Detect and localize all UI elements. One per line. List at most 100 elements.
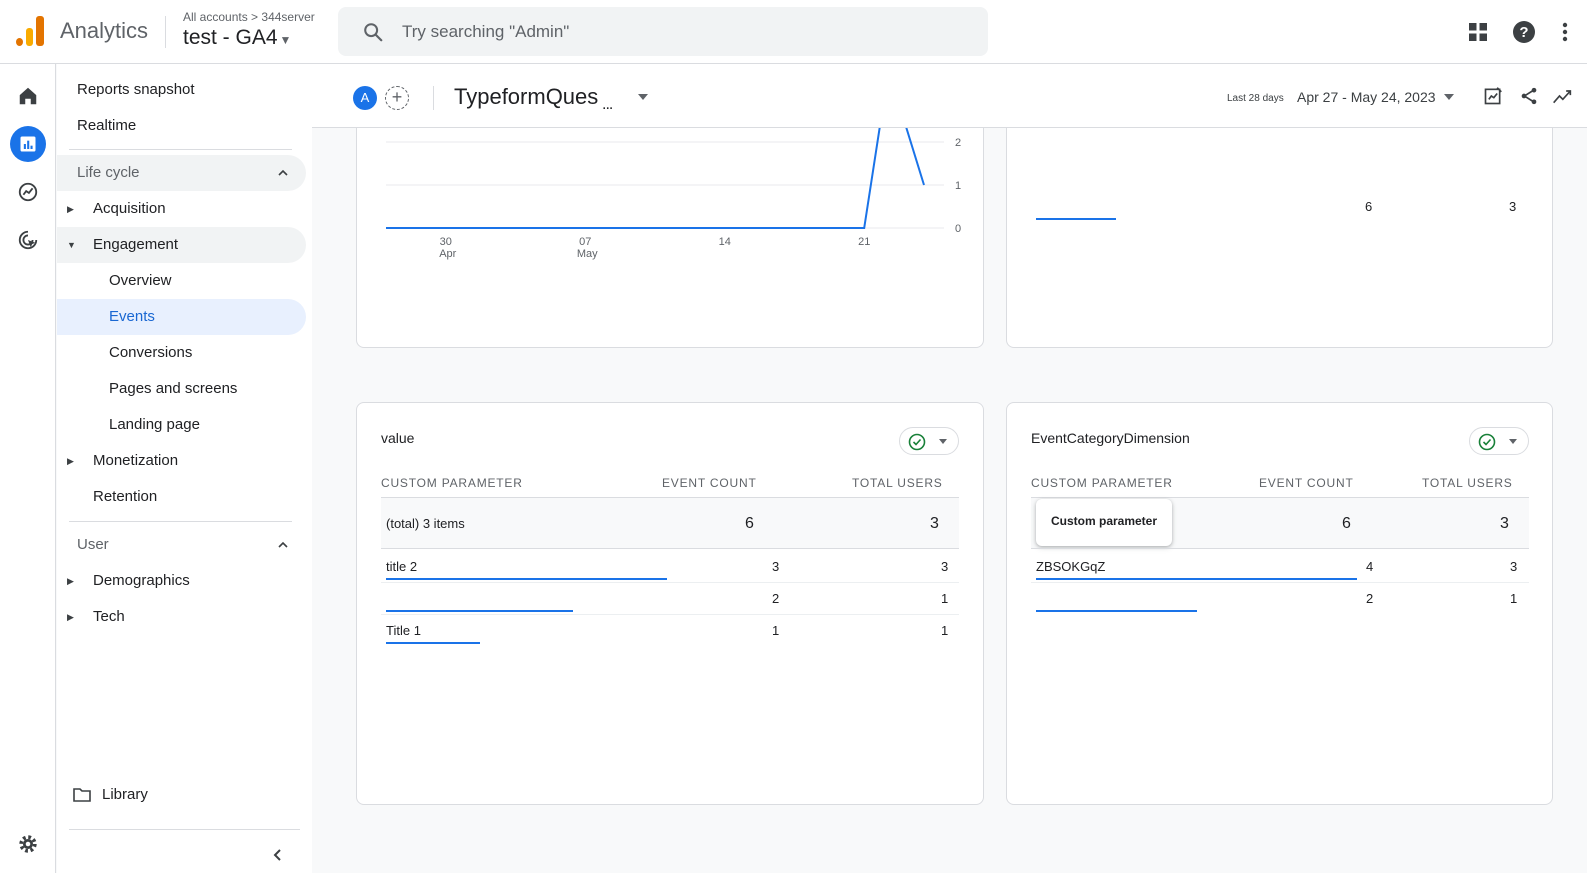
more-vert-icon[interactable] xyxy=(1557,20,1573,44)
nav-engagement[interactable]: ▼ Engagement xyxy=(57,227,306,263)
row-total-users: 1 xyxy=(941,591,949,606)
breadcrumb-account[interactable]: 344server xyxy=(261,10,314,24)
rail-admin[interactable] xyxy=(10,826,46,862)
x-tick-month: May xyxy=(577,248,598,260)
tech-label: Tech xyxy=(93,608,125,625)
row-share-bar xyxy=(1036,578,1357,580)
nav-events[interactable]: Events xyxy=(57,299,306,335)
col-total-users[interactable]: TOTAL USERS xyxy=(1422,476,1513,490)
row-total-users: 1 xyxy=(1510,591,1518,606)
row-label[interactable]: Title 1 xyxy=(386,623,421,638)
col-custom-parameter[interactable]: CUSTOM PARAMETER xyxy=(1031,476,1173,490)
data-quality-status-button[interactable] xyxy=(899,427,959,455)
data-quality-status-button[interactable] xyxy=(1469,427,1529,455)
library-label: Library xyxy=(102,786,148,803)
chevron-up-icon xyxy=(278,541,288,548)
totals-total-users: 3 xyxy=(1500,515,1509,532)
report-header: A + TypeformQues ... Last 28 days Apr 27… xyxy=(312,64,1587,128)
nav-monetization[interactable]: ▶ Monetization xyxy=(57,443,306,479)
event-category-card: EventCategoryDimension CUSTOM PARAMETER … xyxy=(1006,402,1553,805)
customize-report-icon[interactable] xyxy=(1483,86,1503,106)
search-bar[interactable] xyxy=(338,7,988,56)
date-range-value: Apr 27 - May 24, 2023 xyxy=(1297,89,1436,105)
rail-explore[interactable] xyxy=(10,174,46,210)
totals-event-count: 6 xyxy=(745,515,754,532)
chevron-up-icon xyxy=(278,169,288,176)
row-share-bar xyxy=(386,610,573,612)
rail-reports[interactable] xyxy=(10,126,46,162)
row-share-bar xyxy=(1036,610,1197,612)
row-label[interactable]: ZBSOKGqZ xyxy=(1036,559,1105,574)
row-event-count: 1 xyxy=(772,623,780,638)
expand-down-icon: ▼ xyxy=(67,240,76,250)
date-range-selector[interactable]: Apr 27 - May 24, 2023 xyxy=(1297,89,1455,105)
share-icon[interactable] xyxy=(1519,86,1539,106)
report-dropdown-caret-icon[interactable] xyxy=(636,90,650,104)
engagement-label: Engagement xyxy=(93,236,179,253)
search-input[interactable] xyxy=(402,7,962,56)
rail-home[interactable] xyxy=(10,78,46,114)
collapse-chevron-left-icon[interactable] xyxy=(271,848,285,862)
nav-pages-and-screens[interactable]: Pages and screens xyxy=(57,371,306,407)
event-count-line-chart: 321030Apr07May1421 xyxy=(386,95,961,260)
rail-advertising[interactable] xyxy=(10,222,46,258)
expand-right-icon: ▶ xyxy=(67,612,74,622)
property-selector[interactable]: test - GA4 ▼ xyxy=(183,26,291,50)
custom-parameter-tooltip: Custom parameter xyxy=(1036,499,1172,546)
card-title: EventCategoryDimension xyxy=(1031,430,1190,446)
nav-lifecycle-header[interactable]: Life cycle xyxy=(57,155,306,191)
header-divider xyxy=(433,86,434,110)
x-tick-month: Apr xyxy=(439,248,456,260)
row-divider xyxy=(381,582,959,583)
main-content: A + TypeformQues ... Last 28 days Apr 27… xyxy=(312,64,1587,873)
comparison-avatar[interactable]: A xyxy=(353,86,377,110)
check-circle-icon xyxy=(1478,433,1496,451)
nav-divider xyxy=(69,149,292,150)
y-tick-label: 2 xyxy=(955,137,961,149)
nav-realtime[interactable]: Realtime xyxy=(57,108,306,144)
x-tick-day: 30 xyxy=(440,236,452,248)
nav-tech[interactable]: ▶ Tech xyxy=(57,599,306,635)
col-event-count[interactable]: EVENT COUNT xyxy=(662,476,757,490)
acquisition-label: Acquisition xyxy=(93,200,166,217)
nav-reports-snapshot[interactable]: Reports snapshot xyxy=(57,72,306,108)
col-event-count[interactable]: EVENT COUNT xyxy=(1259,476,1354,490)
apps-grid-icon[interactable] xyxy=(1466,20,1490,44)
x-tick-day: 07 xyxy=(579,236,591,248)
nav-landing-page[interactable]: Landing page xyxy=(57,407,306,443)
insights-icon[interactable] xyxy=(1552,86,1572,106)
x-tick-day: 14 xyxy=(719,236,731,248)
report-title: TypeformQues xyxy=(454,84,599,109)
caret-down-icon xyxy=(1509,439,1517,444)
row-event-count: 2 xyxy=(772,591,780,606)
nav-conversions[interactable]: Conversions xyxy=(57,335,306,371)
nav-acquisition[interactable]: ▶ Acquisition xyxy=(57,191,306,227)
totals-event-count: 6 xyxy=(1342,515,1351,532)
help-icon[interactable]: ? xyxy=(1512,20,1536,44)
nav-demographics[interactable]: ▶ Demographics xyxy=(57,563,306,599)
col-total-users[interactable]: TOTAL USERS xyxy=(852,476,943,490)
explore-icon xyxy=(18,182,38,202)
y-tick-label: 0 xyxy=(955,223,961,235)
report-nav: Reports snapshot Realtime Life cycle ▶ Ac… xyxy=(57,64,312,873)
row-share-bar xyxy=(386,578,667,580)
nav-divider xyxy=(69,521,292,522)
header-divider xyxy=(165,16,166,48)
analytics-logo-icon[interactable] xyxy=(16,16,44,46)
breadcrumb-root[interactable]: All accounts xyxy=(183,10,248,24)
advertising-icon xyxy=(18,230,38,250)
nav-overview[interactable]: Overview xyxy=(57,263,306,299)
row-bar xyxy=(1036,218,1116,220)
top-bar: Analytics All accounts > 344server test … xyxy=(0,0,1587,64)
col-custom-parameter[interactable]: CUSTOM PARAMETER xyxy=(381,476,523,490)
monetization-label: Monetization xyxy=(93,452,179,469)
nav-library[interactable]: Library xyxy=(57,777,306,813)
caret-down-icon xyxy=(1444,94,1455,100)
breadcrumb[interactable]: All accounts > 344server xyxy=(183,10,315,24)
row-label[interactable]: title 2 xyxy=(386,559,417,574)
nav-retention[interactable]: Retention xyxy=(57,479,306,515)
report-title-ellipsis: ... xyxy=(602,96,613,113)
nav-user-header[interactable]: User xyxy=(57,527,306,563)
add-comparison-button[interactable]: + xyxy=(385,86,409,110)
caret-down-icon: ▼ xyxy=(279,33,292,47)
